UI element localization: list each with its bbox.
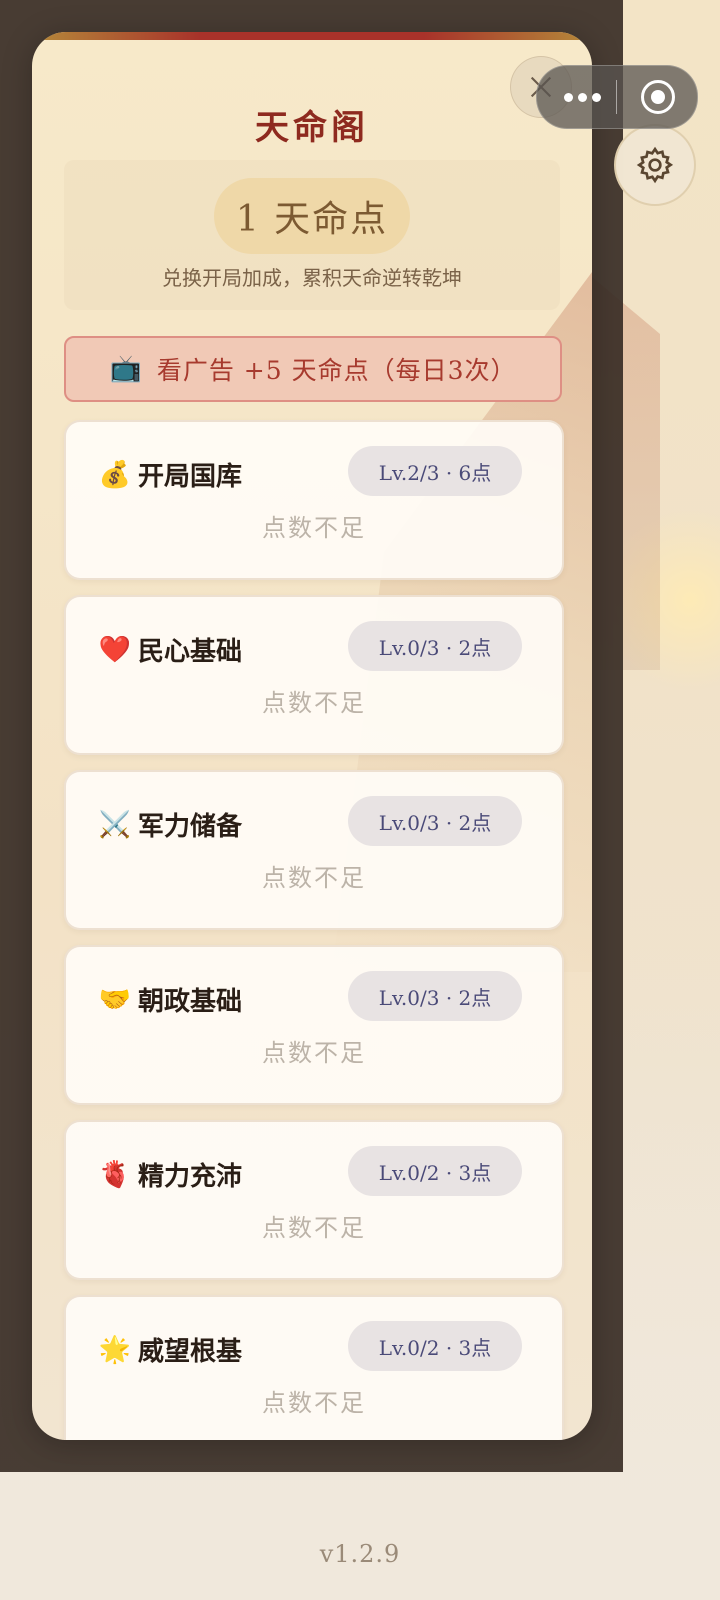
points-description: 兑换开局加成，累积天命逆转乾坤 [162,266,462,290]
upgrade-name: 威望根基 [138,1337,243,1367]
upgrade-name: 民心基础 [138,637,243,667]
capsule-divider [616,80,617,114]
version-label: v1.2.9 [319,1540,401,1568]
watch-ad-label: 看广告 +5 天命点（每日3次） [156,356,517,385]
upgrade-status: 点数不足 [262,1389,366,1417]
upgrade-status: 点数不足 [262,1214,366,1242]
glowing-star-icon: 🌟 [98,1335,132,1365]
settings-button[interactable] [614,124,696,206]
upgrade-name: 军力储备 [138,812,243,842]
modal-title: 天命阁 [255,108,369,148]
ellipsis-icon[interactable] [557,66,607,128]
gear-icon [636,146,674,184]
upgrade-name: 开局国库 [138,462,243,492]
heart-icon: ❤️ [98,635,132,665]
upgrade-level-badge: Lv.0/3 · 2点 [348,796,522,846]
upgrade-level-badge: Lv.0/2 · 3点 [348,1321,522,1371]
modal-top-border [32,32,592,40]
tianming-modal: 天命阁 1 天命点 兑换开局加成，累积天命逆转乾坤 📺 看广告 +5 天命点（每… [32,32,592,1440]
upgrade-card-military[interactable]: ⚔️ 军力储备 Lv.0/3 · 2点 点数不足 [64,770,564,930]
money-bag-icon: 💰 [98,460,132,490]
upgrade-name: 精力充沛 [138,1162,243,1192]
upgrade-card-prestige[interactable]: 🌟 威望根基 Lv.0/2 · 3点 点数不足 [64,1295,564,1440]
watch-ad-button[interactable]: 📺 看广告 +5 天命点（每日3次） [64,336,562,402]
upgrade-card-court[interactable]: 🤝 朝政基础 Lv.0/3 · 2点 点数不足 [64,945,564,1105]
upgrade-name: 朝政基础 [138,987,243,1017]
upgrade-level-badge: Lv.0/2 · 3点 [348,1146,522,1196]
mini-program-capsule [536,65,698,129]
upgrade-status: 点数不足 [262,1039,366,1067]
upgrade-card-popularity[interactable]: ❤️ 民心基础 Lv.0/3 · 2点 点数不足 [64,595,564,755]
anatomical-heart-icon: 🫀 [98,1160,132,1190]
upgrade-level-badge: Lv.0/3 · 2点 [348,971,522,1021]
upgrade-status: 点数不足 [262,514,366,542]
handshake-icon: 🤝 [98,985,132,1015]
target-icon[interactable] [641,80,675,114]
points-balance: 1 天命点 [214,178,410,254]
points-panel: 1 天命点 兑换开局加成，累积天命逆转乾坤 [64,160,560,310]
tv-icon: 📺 [109,354,143,384]
upgrade-level-badge: Lv.0/3 · 2点 [348,621,522,671]
upgrade-level-badge: Lv.2/3 · 6点 [348,446,522,496]
upgrade-status: 点数不足 [262,864,366,892]
crossed-swords-icon: ⚔️ [98,810,132,840]
upgrade-card-treasury[interactable]: 💰 开局国库 Lv.2/3 · 6点 点数不足 [64,420,564,580]
upgrade-status: 点数不足 [262,689,366,717]
upgrade-card-energy[interactable]: 🫀 精力充沛 Lv.0/2 · 3点 点数不足 [64,1120,564,1280]
